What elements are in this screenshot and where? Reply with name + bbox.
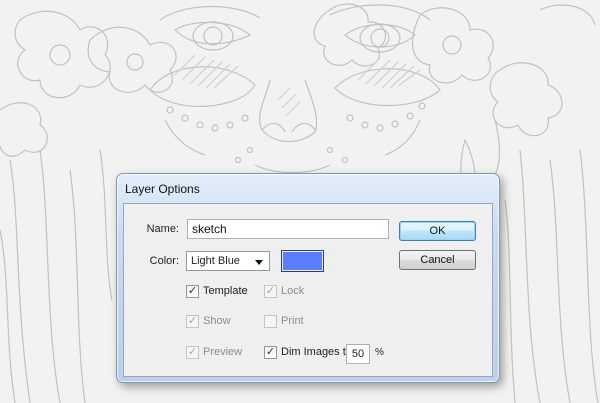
name-label: Name: [146, 223, 179, 235]
template-checkbox[interactable]: ✓ [186, 285, 199, 298]
show-checkbox: ✓ [186, 315, 199, 328]
color-label: Color: [149, 255, 179, 267]
cancel-button[interactable]: Cancel [399, 250, 476, 270]
preview-checkbox: ✓ [186, 346, 199, 359]
percent-sign: % [375, 347, 384, 358]
dim-percentage-field[interactable]: 50 [346, 344, 370, 364]
color-dropdown-value: Light Blue [191, 255, 240, 267]
color-swatch-fill [283, 252, 322, 270]
lock-checkbox: ✓ [264, 285, 277, 298]
ok-button[interactable]: OK [399, 221, 476, 241]
name-field[interactable]: sketch [187, 219, 389, 239]
dim-images-checkbox[interactable]: ✓ [264, 346, 277, 359]
layer-options-dialog: Layer Options Name: sketch Color: Light … [116, 173, 500, 383]
dim-images-label: Dim Images to: [281, 346, 355, 358]
dialog-title: Layer Options [125, 182, 200, 196]
chevron-down-icon [255, 260, 263, 265]
print-label: Print [281, 315, 304, 327]
dialog-titlebar[interactable]: Layer Options [117, 174, 499, 202]
show-label: Show [203, 315, 231, 327]
print-checkbox [264, 315, 277, 328]
lock-label: Lock [281, 285, 305, 297]
color-swatch[interactable] [281, 250, 324, 272]
template-label: Template [203, 285, 248, 297]
preview-label: Preview [203, 346, 243, 358]
color-dropdown[interactable]: Light Blue [186, 251, 270, 271]
